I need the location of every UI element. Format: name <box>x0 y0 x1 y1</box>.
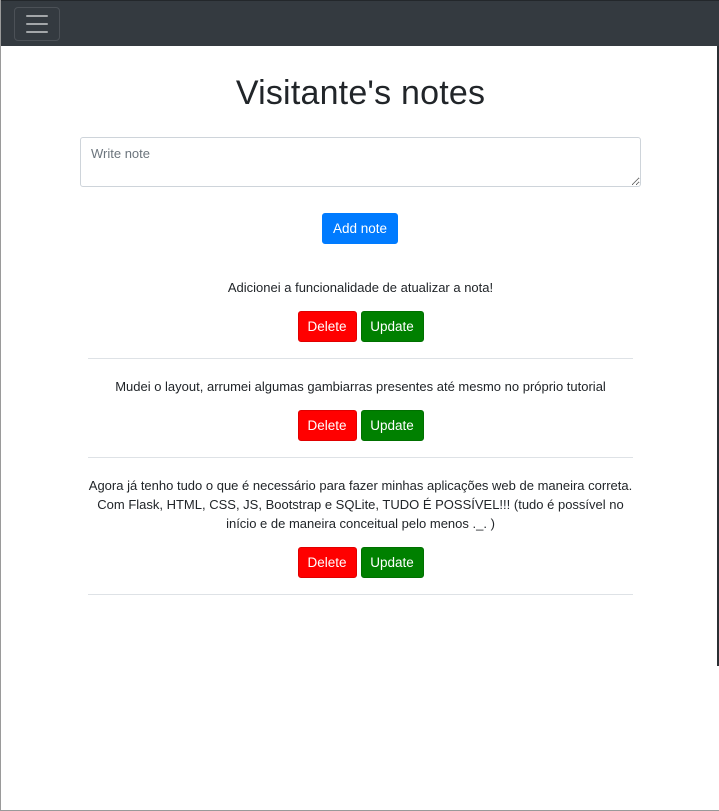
add-note-button[interactable]: Add note <box>322 213 398 244</box>
note-text: Mudei o layout, arrumei algumas gambiarr… <box>115 379 606 394</box>
note-item: Agora já tenho tudo o que é necessário p… <box>88 468 633 595</box>
note-textarea[interactable] <box>80 137 641 187</box>
app-window: Visitante's notes Add note Adicionei a f… <box>0 0 719 811</box>
note-actions: Delete Update <box>88 547 633 578</box>
note-item: Adicionei a funcionalidade de atualizar … <box>88 270 633 359</box>
delete-note-button[interactable]: Delete <box>297 311 357 342</box>
update-note-button[interactable]: Update <box>360 410 424 441</box>
delete-note-button[interactable]: Delete <box>297 410 357 441</box>
update-note-button[interactable]: Update <box>360 547 424 578</box>
note-item: Mudei o layout, arrumei algumas gambiarr… <box>88 369 633 458</box>
page-title: Visitante's notes <box>235 74 486 112</box>
navbar <box>1 0 719 46</box>
hamburger-menu-icon <box>26 15 48 17</box>
note-actions: Delete Update <box>88 410 633 441</box>
navbar-toggler-button[interactable] <box>14 7 60 41</box>
hamburger-menu-icon-bar <box>26 23 48 25</box>
delete-note-button[interactable]: Delete <box>297 547 357 578</box>
note-actions: Delete Update <box>88 311 633 342</box>
note-text: Agora já tenho tudo o que é necessário p… <box>88 478 633 531</box>
update-note-button[interactable]: Update <box>360 311 424 342</box>
hamburger-menu-icon-bar <box>26 31 48 33</box>
notes-list: Adicionei a funcionalidade de atualizar … <box>1 270 719 605</box>
note-text: Adicionei a funcionalidade de atualizar … <box>227 280 494 295</box>
